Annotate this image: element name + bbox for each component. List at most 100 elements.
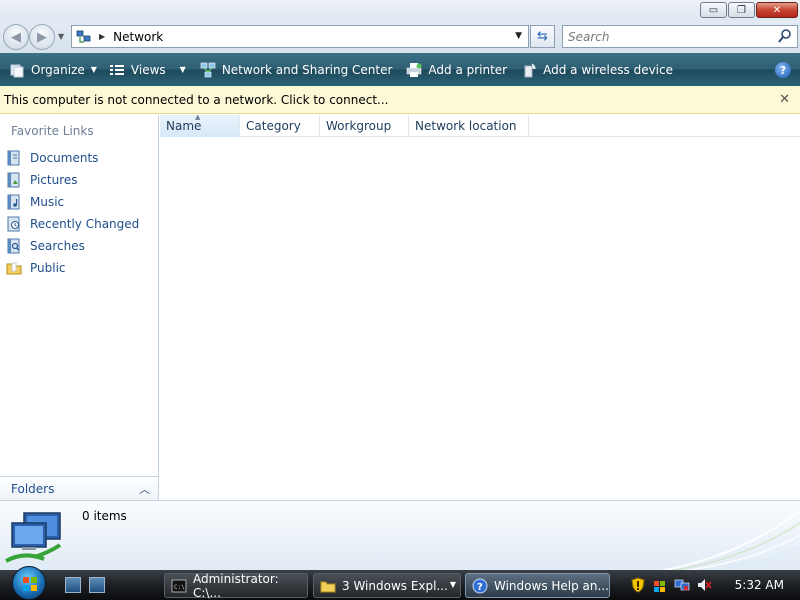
search-box[interactable]: Search	[562, 25, 798, 48]
folder-icon	[320, 578, 336, 594]
network-tray-icon[interactable]	[674, 577, 690, 593]
taskbar-item-label: Windows Help an...	[494, 578, 609, 593]
address-bar[interactable]: ▶ Network ▼	[71, 25, 529, 48]
add-wireless-label: Add a wireless device	[543, 62, 673, 77]
command-bar: Organize ▼ Views ▼ Network and Sharing C…	[0, 53, 800, 86]
forward-button[interactable]: ▶	[29, 24, 55, 50]
chevron-down-icon: ▼	[90, 65, 97, 74]
favorite-links-list: Documents Pictures Music Recently Change…	[6, 147, 139, 279]
windows-update-icon[interactable]	[652, 577, 668, 593]
views-button[interactable]: Views ▼	[106, 53, 189, 86]
svg-text:C:\: C:\	[174, 584, 185, 591]
navigation-pane: Favorite Links Documents Pictures Music …	[0, 115, 159, 500]
add-printer-button[interactable]: Add a printer	[403, 53, 510, 86]
forward-arrow-icon: ▶	[37, 29, 47, 45]
maximize-button[interactable]: ❐	[728, 2, 755, 18]
printer-icon	[406, 62, 422, 78]
clock[interactable]: 5:32 AM	[735, 578, 784, 592]
svg-text:?: ?	[477, 582, 483, 593]
security-shield-icon[interactable]	[630, 577, 646, 593]
organize-label: Organize	[31, 62, 85, 77]
views-label: Views	[130, 62, 166, 77]
taskbar-item-windows-explorer[interactable]: 3 Windows Expl... ▼	[313, 573, 461, 598]
back-button[interactable]: ◀	[3, 24, 29, 50]
breadcrumb-arrow-icon[interactable]: ▶	[99, 32, 105, 41]
column-header-workgroup[interactable]: Workgroup	[320, 115, 409, 137]
favorite-link-music[interactable]: Music	[6, 191, 139, 213]
taskbar-item-label: Administrator: C:\...	[193, 571, 279, 600]
favorite-link-documents[interactable]: Documents	[6, 147, 139, 169]
search-icon[interactable]	[777, 28, 793, 44]
public-folder-icon	[6, 260, 22, 276]
help-icon: ?	[472, 578, 488, 594]
column-header-name[interactable]: ▲ Name	[160, 113, 240, 137]
organize-icon	[9, 62, 25, 78]
recently-changed-icon	[6, 216, 22, 232]
minimize-button[interactable]: ▭	[700, 2, 727, 18]
taskbar-item-label: 3 Windows Expl...	[342, 578, 448, 593]
back-arrow-icon: ◀	[11, 29, 21, 45]
column-header-network-location[interactable]: Network location	[409, 115, 529, 137]
chevron-up-icon[interactable]: ︿	[139, 481, 150, 497]
window-titlebar: ▭ ❐ ✕	[0, 0, 800, 21]
pictures-icon	[6, 172, 22, 188]
folders-toggle[interactable]: Folders ︿	[0, 476, 158, 500]
add-printer-label: Add a printer	[428, 62, 508, 77]
documents-icon	[6, 150, 22, 166]
favorite-link-label: Recently Changed	[30, 217, 140, 231]
searches-icon	[6, 238, 22, 254]
favorite-link-recently-changed[interactable]: Recently Changed	[6, 213, 139, 235]
favorite-link-public[interactable]: Public	[6, 257, 139, 279]
taskbar-item-command-prompt[interactable]: C:\ Administrator: C:\...	[164, 571, 308, 600]
column-header-label: Network location	[415, 119, 517, 133]
favorite-links-heading: Favorite Links	[11, 124, 94, 138]
help-button[interactable]: ?	[775, 62, 791, 78]
item-count: 0 items	[82, 509, 127, 523]
address-row: ◀ ▶ ▼ ▶ Network ▼ ⇆ Search	[0, 21, 800, 53]
network-sharing-center-button[interactable]: Network and Sharing Center	[197, 53, 396, 86]
command-prompt-icon: C:\	[171, 578, 187, 594]
address-dropdown-icon[interactable]: ▼	[515, 31, 522, 41]
details-pane: 0 items	[0, 500, 800, 570]
show-desktop-icon[interactable]	[65, 577, 81, 593]
column-headers: ▲ Name Category Workgroup Network locati…	[160, 113, 800, 137]
add-wireless-device-button[interactable]: Add a wireless device	[518, 53, 676, 86]
network-sharing-label: Network and Sharing Center	[221, 62, 393, 77]
column-header-label: Name	[166, 119, 202, 133]
favorite-link-label: Searches	[30, 239, 85, 253]
taskbar: C:\ Administrator: C:\... 3 Windows Expl…	[0, 566, 800, 600]
organize-button[interactable]: Organize ▼	[6, 53, 100, 86]
window-controls: ▭ ❐ ✕	[700, 2, 798, 18]
folders-label: Folders	[11, 481, 55, 496]
column-header-category[interactable]: Category	[240, 115, 320, 137]
music-icon	[6, 194, 22, 210]
network-icon	[76, 29, 92, 45]
recent-pages-dropdown[interactable]: ▼	[58, 32, 64, 41]
views-icon	[109, 62, 125, 78]
windows-logo-icon	[12, 566, 46, 600]
search-input[interactable]: Search	[568, 30, 610, 44]
close-button[interactable]: ✕	[756, 2, 798, 18]
chevron-down-icon: ▼	[179, 65, 186, 74]
network-computers-icon	[4, 511, 70, 567]
info-bar[interactable]: This computer is not connected to a netw…	[0, 86, 800, 114]
info-bar-message[interactable]: This computer is not connected to a netw…	[4, 93, 388, 107]
volume-muted-icon[interactable]	[696, 577, 712, 593]
breadcrumb-location[interactable]: Network	[113, 30, 163, 44]
column-header-label: Workgroup	[326, 119, 392, 133]
favorite-link-pictures[interactable]: Pictures	[6, 169, 139, 191]
network-sharing-icon	[200, 62, 216, 78]
favorite-link-label: Public	[30, 261, 66, 275]
refresh-icon: ⇆	[537, 29, 548, 44]
file-list-area[interactable]: ▲ Name Category Workgroup Network locati…	[160, 113, 800, 500]
sort-ascending-icon: ▲	[195, 113, 201, 121]
refresh-button[interactable]: ⇆	[530, 25, 555, 48]
info-bar-close-icon[interactable]: ✕	[779, 92, 790, 107]
switch-windows-icon[interactable]	[89, 577, 105, 593]
start-button[interactable]	[9, 566, 49, 600]
taskbar-item-windows-help[interactable]: ? Windows Help an...	[465, 573, 610, 598]
chevron-down-icon[interactable]: ▼	[450, 580, 456, 589]
favorite-link-searches[interactable]: Searches	[6, 235, 139, 257]
decorative-swoosh	[659, 501, 800, 570]
column-header-label: Category	[246, 119, 301, 133]
